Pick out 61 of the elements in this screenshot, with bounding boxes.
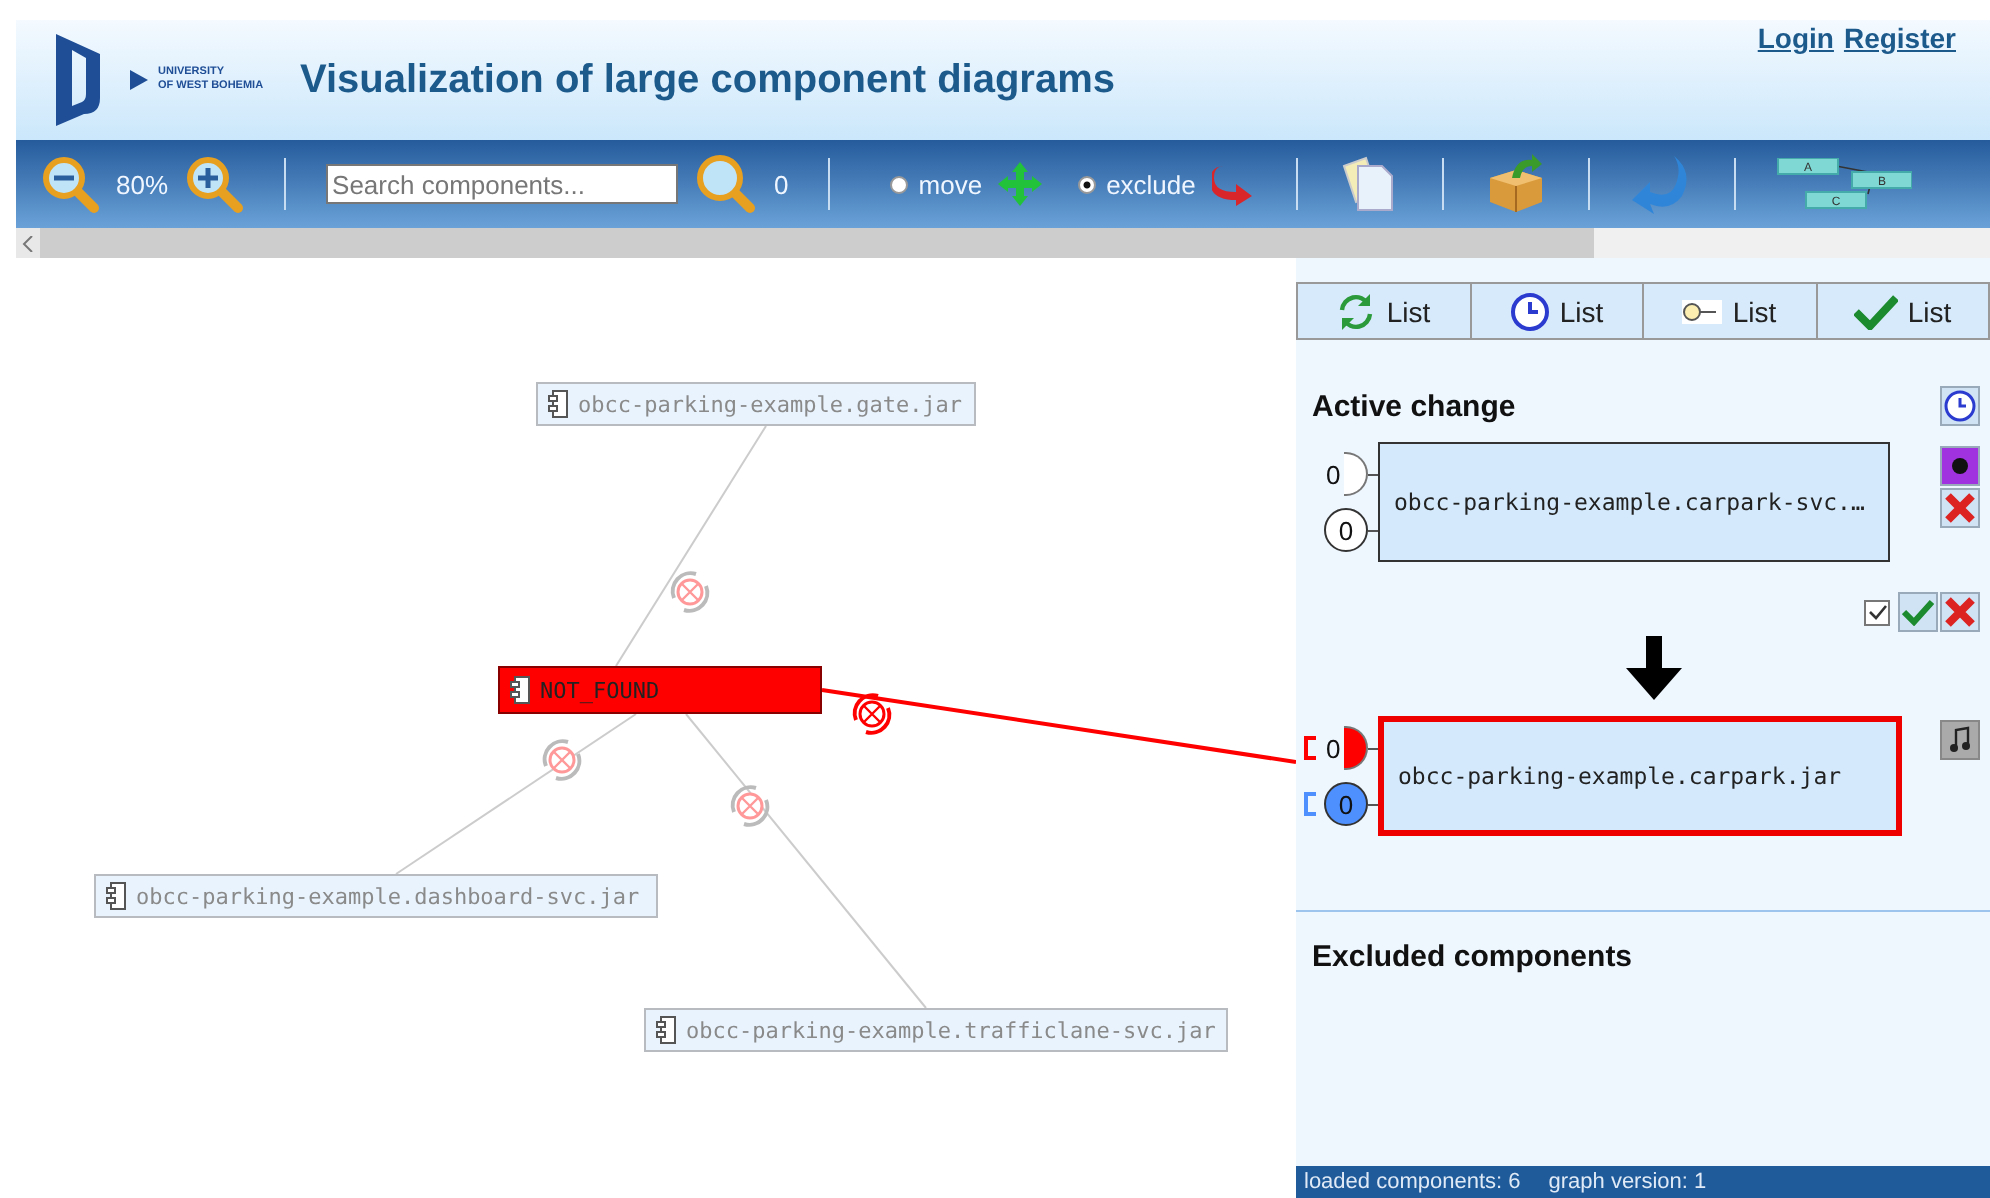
- music-note-icon: [1948, 726, 1972, 754]
- curved-arrow-icon: [1211, 162, 1256, 206]
- required-interface-port[interactable]: [1344, 726, 1368, 770]
- dot-icon: [1952, 458, 1968, 474]
- page-title: Visualization of large component diagrams: [300, 57, 1115, 103]
- checkmark-icon: [1867, 602, 1887, 622]
- clock-icon: [1509, 291, 1550, 331]
- component-icon: [510, 676, 530, 704]
- checkmark-icon: [1902, 598, 1934, 626]
- header-link[interactable]: Login: [1757, 22, 1834, 54]
- chevron-left-icon: [22, 235, 34, 251]
- port-count: 0: [1326, 459, 1341, 489]
- component-icon: [106, 882, 126, 910]
- search-icon[interactable]: [694, 154, 759, 214]
- remove-button[interactable]: [1940, 488, 1980, 528]
- interface-symbol-icon: [1682, 299, 1723, 323]
- zoom-in-icon[interactable]: [184, 154, 245, 214]
- component-icon: [656, 1016, 676, 1044]
- section-heading: Excluded components: [1312, 940, 1635, 974]
- move-arrows-icon: [998, 162, 1043, 206]
- component-box[interactable]: obcc-parking-example.carpark.jar: [1378, 716, 1902, 836]
- music-note-button[interactable]: [1940, 720, 1980, 760]
- scrollbar-thumb[interactable]: [40, 228, 1594, 258]
- required-interface-port[interactable]: [1344, 452, 1368, 496]
- mode-label: exclude: [1106, 169, 1196, 199]
- port-count: 0: [1326, 733, 1341, 763]
- refresh-icon: [1336, 291, 1377, 331]
- component-node[interactable]: NOT_FOUND: [498, 666, 822, 714]
- header-link[interactable]: Register: [1843, 22, 1956, 54]
- section-heading: Active change: [1312, 389, 1516, 423]
- history-button[interactable]: [1940, 386, 1980, 426]
- provided-interface-port[interactable]: 0: [1324, 508, 1368, 552]
- zoom-out-icon[interactable]: [40, 154, 100, 214]
- close-icon: [1944, 492, 1976, 524]
- zoom-level: 80%: [116, 169, 169, 199]
- accept-checkbox[interactable]: [1864, 599, 1890, 625]
- clock-icon: [1944, 390, 1976, 422]
- mark-button[interactable]: [1940, 446, 1980, 486]
- radio-button[interactable]: [890, 175, 909, 193]
- component-icon: [548, 390, 568, 418]
- radio-button[interactable]: [1078, 175, 1097, 193]
- list-tab[interactable]: List: [1644, 282, 1817, 340]
- list-tab[interactable]: List: [1296, 282, 1471, 340]
- status-text: graph version: 1: [1548, 1170, 1707, 1194]
- list-tab[interactable]: List: [1471, 282, 1644, 340]
- status-text: loaded components: 6: [1304, 1170, 1521, 1194]
- provided-interface-port[interactable]: 0: [1324, 782, 1368, 826]
- scroll-left-button[interactable]: [16, 228, 40, 258]
- checkmark-icon: [1853, 293, 1898, 329]
- search-count: 0: [774, 169, 789, 199]
- mode-label: move: [918, 169, 983, 199]
- triangle-icon: [130, 70, 148, 90]
- connector-end: [1304, 736, 1316, 760]
- search-field[interactable]: Search components...: [326, 164, 679, 204]
- component-box[interactable]: obcc-parking-example.carpark-svc.…: [1378, 442, 1890, 562]
- cancel-button[interactable]: [1940, 592, 1980, 632]
- close-icon: [1944, 596, 1976, 628]
- interface-icon[interactable]: [852, 693, 892, 735]
- connector-end: [1304, 792, 1316, 816]
- down-arrow-icon: [1623, 636, 1683, 700]
- list-tab[interactable]: List: [1817, 282, 1990, 340]
